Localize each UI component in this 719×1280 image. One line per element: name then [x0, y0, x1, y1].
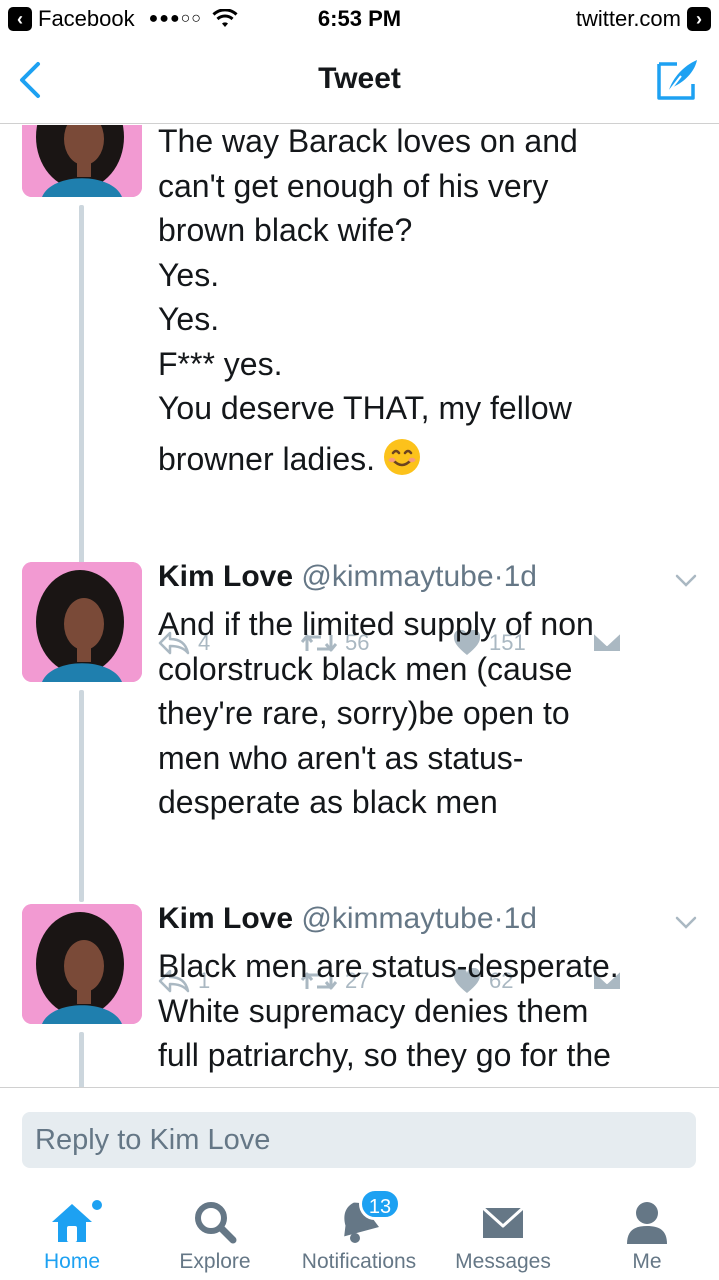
tab-label: Explore: [179, 1250, 251, 1273]
tab-label: Notifications: [301, 1250, 417, 1273]
new-content-dot: [90, 1198, 104, 1212]
user-handle[interactable]: @kimmaytube: [301, 902, 493, 935]
tweet[interactable]: Kim Love @kimmaytube·1d And if the limit…: [0, 560, 719, 993]
notification-badge: 13: [359, 1188, 401, 1220]
avatar[interactable]: [22, 562, 142, 682]
tweet[interactable]: Kim Love @kimmaytube·1d Black men are st…: [0, 902, 719, 1087]
avatar[interactable]: [22, 904, 142, 1024]
forward-icon[interactable]: ›: [687, 7, 711, 31]
tab-messages[interactable]: Messages: [431, 1180, 575, 1280]
user-handle[interactable]: @kimmaytube: [301, 560, 493, 593]
tweet-time: 1d: [503, 902, 537, 935]
tweet-header: Kim Love @kimmaytube·1d: [158, 902, 537, 935]
url-label: twitter.com: [575, 6, 681, 31]
page-title: Tweet: [318, 62, 401, 95]
home-icon: [52, 1204, 92, 1242]
chevron-down-icon[interactable]: [675, 916, 697, 930]
thread-timeline[interactable]: The way Barack loves on and can't get en…: [0, 125, 719, 1087]
tweet-text: The way Barack loves on and can't get en…: [158, 125, 578, 477]
tweet-time: 1d: [503, 560, 537, 593]
search-icon: [195, 1202, 237, 1244]
envelope-icon: [481, 1206, 525, 1238]
tab-explore[interactable]: Explore: [143, 1180, 287, 1280]
person-icon: [627, 1202, 667, 1244]
tab-notifications[interactable]: 13 Notifications: [287, 1180, 431, 1280]
tab-home[interactable]: Home: [0, 1180, 144, 1280]
reply-bar: [0, 1087, 719, 1180]
thread-line: [79, 690, 84, 902]
display-name[interactable]: Kim Love: [158, 560, 293, 593]
chevron-down-icon[interactable]: [675, 574, 697, 588]
compose-tweet-icon[interactable]: [655, 56, 701, 102]
thread-line: [79, 1032, 84, 1087]
smiling-face-emoji-icon: [384, 438, 420, 475]
display-name[interactable]: Kim Love: [158, 902, 293, 935]
tweet-text: And if the limited supply of non colorst…: [158, 606, 594, 820]
nav-bar: Tweet: [0, 40, 719, 124]
avatar[interactable]: [22, 125, 142, 197]
tab-label: Messages: [455, 1250, 551, 1273]
tweet-text: Black men are status-desperate. White su…: [158, 948, 619, 1087]
tab-label: Home: [43, 1250, 101, 1273]
tweet-header: Kim Love @kimmaytube·1d: [158, 560, 537, 593]
tab-bar: Home Explore 13 Notifications Messages M…: [0, 1180, 719, 1280]
tab-label: Me: [632, 1250, 662, 1273]
status-bar: ‹ Facebook ●●●○○ 6:53 PM twitter.com ›: [0, 0, 719, 40]
reply-input[interactable]: [22, 1112, 696, 1168]
tab-me[interactable]: Me: [575, 1180, 719, 1280]
